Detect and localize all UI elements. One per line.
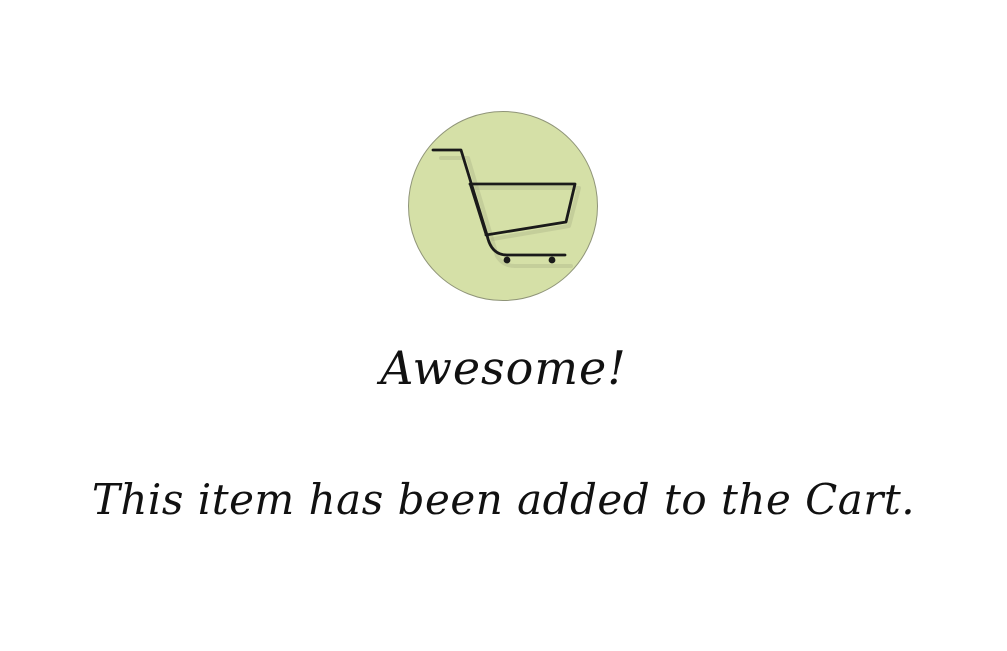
confirmation-message: This item has been added to the Cart. [91, 475, 916, 524]
cart-badge [408, 111, 598, 301]
confirmation-title: Awesome! [380, 341, 627, 395]
confirmation-dialog: Awesome! This item has been added to the… [0, 0, 1007, 651]
shopping-cart-icon [431, 148, 581, 268]
